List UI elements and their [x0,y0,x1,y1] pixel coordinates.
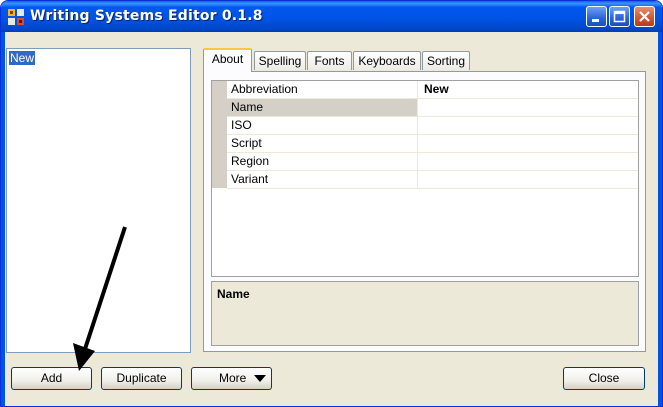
property-row-iso[interactable]: ISO [227,117,638,135]
tab-fonts[interactable]: Fonts [307,51,352,70]
title-bar[interactable]: Writing Systems Editor 0.1.8 [1,1,662,32]
tab-spelling[interactable]: Spelling [254,51,306,70]
list-item[interactable]: New [9,51,36,65]
close-button[interactable]: Close [563,367,645,390]
property-name: Region [227,153,418,170]
duplicate-button[interactable]: Duplicate [101,367,182,390]
window-border-right [658,32,662,406]
tab-keyboards[interactable]: Keyboards [353,51,421,70]
tab-about[interactable]: About [203,48,252,72]
maximize-icon [613,10,626,23]
property-name: Script [227,135,418,152]
more-button-label: More [219,371,247,385]
window-border-left [1,32,5,406]
tab-sorting[interactable]: Sorting [422,51,470,70]
property-name: Name [227,99,418,116]
maximize-button[interactable] [609,6,630,27]
window-title: Writing Systems Editor 0.1.8 [30,8,263,24]
property-row-script[interactable]: Script [227,135,638,153]
minimize-button[interactable] [586,6,607,27]
close-window-button[interactable] [634,6,655,27]
app-icon [8,9,24,25]
property-name: Variant [227,171,418,188]
property-grid[interactable]: Abbreviation New Name ISO Script Region … [211,80,639,277]
property-value[interactable]: New [424,81,449,98]
close-icon [639,11,650,22]
property-row-abbreviation[interactable]: Abbreviation New [227,81,638,99]
description-title: Name [217,287,250,301]
property-row-variant[interactable]: Variant [227,171,638,189]
more-button[interactable]: More [191,367,272,390]
about-tab-panel: Abbreviation New Name ISO Script Region … [203,71,646,352]
add-button[interactable]: Add [11,367,92,390]
property-description-pane: Name [211,281,639,346]
minimize-icon [592,19,599,22]
writing-systems-list[interactable]: New [6,48,191,353]
property-grid-gutter [212,81,227,188]
property-row-name[interactable]: Name [227,99,638,117]
property-row-region[interactable]: Region [227,153,638,171]
main-window: Writing Systems Editor 0.1.8 New About S… [0,0,663,407]
dropdown-arrow-icon [254,375,266,382]
property-name: Abbreviation [227,81,418,98]
property-name: ISO [227,117,418,134]
